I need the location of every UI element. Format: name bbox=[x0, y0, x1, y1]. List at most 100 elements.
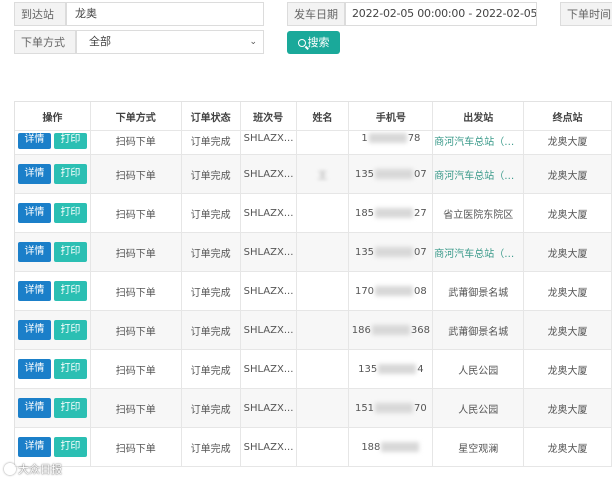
order-method-select[interactable]: 全部 ⌄ bbox=[76, 30, 264, 54]
cell-terminal-station: 龙奥大厦 bbox=[524, 131, 612, 154]
column-header-order-method[interactable]: 下单方式 bbox=[91, 102, 182, 130]
cell-phone: 135 4 bbox=[349, 350, 434, 388]
phone-suffix: 4 bbox=[417, 363, 424, 375]
detail-button[interactable]: 详情 bbox=[17, 133, 51, 149]
departure-station-value: 武莆御景名城 bbox=[448, 287, 509, 299]
table-row: 详情 打印 扫码下单 订单完成 SHLAZX... 1 78 商河汽车总站（西... 龙奥大厦 bbox=[15, 131, 612, 155]
order-method-selected: 全部 bbox=[89, 35, 111, 48]
departure-station-value: 人民公园 bbox=[458, 404, 499, 416]
cell-order-status: 订单完成 bbox=[182, 311, 241, 349]
table-row: 详情 打印 扫码下单 订单完成 SHLAZX... 185 27 省立医院东院区 龙奥大厦 bbox=[15, 194, 612, 233]
departure-date-range-input[interactable]: 2022-02-05 00:00:00 - 2022-02-05 2 bbox=[345, 2, 537, 26]
detail-button[interactable]: 详情 bbox=[17, 164, 51, 184]
phone-redacted bbox=[375, 286, 414, 296]
cell-phone: 185 27 bbox=[349, 194, 434, 232]
column-header-phone[interactable]: 手机号 bbox=[349, 102, 434, 130]
phone-prefix: 186 bbox=[351, 324, 371, 336]
column-header-name[interactable]: 姓名 bbox=[297, 102, 350, 130]
cell-phone: 186 368 bbox=[349, 311, 434, 349]
print-button[interactable]: 打印 bbox=[53, 398, 87, 418]
table-body: 详情 打印 扫码下单 订单完成 SHLAZX... 1 78 商河汽车总站（西... 龙奥大厦详… bbox=[15, 131, 612, 467]
cell-departure-station: 商河汽车总站（西... bbox=[433, 131, 525, 154]
print-button[interactable]: 打印 bbox=[53, 320, 87, 340]
phone-suffix: 07 bbox=[414, 168, 427, 180]
orders-table: 操作 下单方式 订单状态 班次号 姓名 手机号 出发站 终点站 详情 打印 扫码下单… bbox=[14, 101, 612, 467]
print-button[interactable]: 打印 bbox=[53, 242, 87, 262]
cell-phone: 135 07 bbox=[349, 155, 434, 193]
cell-order-method: 扫码下单 bbox=[91, 233, 182, 271]
departure-station-value[interactable]: 商河汽车总站（西... bbox=[434, 245, 522, 260]
column-header-terminal-station[interactable]: 终点站 bbox=[524, 102, 612, 130]
arrival-station-label: 到达站 bbox=[14, 2, 66, 26]
row-actions: 详情 打印 bbox=[15, 131, 91, 154]
watermark-logo-icon bbox=[4, 463, 16, 475]
table-row: 详情 打印 扫码下单 订单完成 SHLAZX... 135 07 商河汽车总站（西... 龙奥大… bbox=[15, 233, 612, 272]
cell-name: 王 bbox=[297, 155, 350, 193]
cell-order-method: 扫码下单 bbox=[91, 194, 182, 232]
cell-terminal-station: 龙奥大厦 bbox=[524, 155, 612, 193]
column-header-actions: 操作 bbox=[15, 102, 91, 130]
row-actions: 详情 打印 bbox=[15, 233, 91, 271]
cell-terminal-station: 龙奥大厦 bbox=[524, 350, 612, 388]
cell-trip-number: SHLAZX... bbox=[241, 350, 297, 388]
cell-terminal-station: 龙奥大厦 bbox=[524, 311, 612, 349]
cell-departure-station: 商河汽车总站（西... bbox=[433, 155, 525, 193]
departure-station-value: 人民公园 bbox=[458, 365, 499, 377]
print-button[interactable]: 打印 bbox=[53, 203, 87, 223]
row-actions: 详情 打印 bbox=[15, 389, 91, 427]
cell-phone: 135 07 bbox=[349, 233, 434, 271]
detail-button[interactable]: 详情 bbox=[17, 437, 51, 457]
departure-station-value[interactable]: 商河汽车总站（西... bbox=[434, 133, 522, 148]
column-header-departure-station[interactable]: 出发站 bbox=[433, 102, 525, 130]
phone-prefix: 135 bbox=[358, 363, 378, 375]
print-button[interactable]: 打印 bbox=[53, 281, 87, 301]
detail-button[interactable]: 详情 bbox=[17, 359, 51, 379]
table-row: 详情 打印 扫码下单 订单完成 SHLAZX... 170 08 武莆御景名城 龙奥大厦 bbox=[15, 272, 612, 311]
cell-order-status: 订单完成 bbox=[182, 350, 241, 388]
row-actions: 详情 打印 bbox=[15, 311, 91, 349]
column-header-order-status[interactable]: 订单状态 bbox=[182, 102, 241, 130]
phone-prefix: 185 bbox=[354, 207, 375, 219]
phone-suffix: 27 bbox=[414, 207, 427, 219]
phone-suffix: 78 bbox=[407, 133, 421, 144]
search-button[interactable]: 搜索 bbox=[287, 31, 340, 54]
watermark-text: 大众日报 bbox=[18, 463, 62, 476]
cell-name bbox=[297, 311, 350, 349]
search-icon bbox=[297, 39, 306, 47]
chevron-down-icon: ⌄ bbox=[249, 37, 257, 47]
cell-terminal-station: 龙奥大厦 bbox=[524, 272, 612, 310]
cell-phone: 151 70 bbox=[349, 389, 434, 427]
detail-button[interactable]: 详情 bbox=[17, 320, 51, 340]
detail-button[interactable]: 详情 bbox=[17, 203, 51, 223]
print-button[interactable]: 打印 bbox=[53, 164, 87, 184]
cell-order-status: 订单完成 bbox=[182, 428, 241, 466]
cell-trip-number: SHLAZX... bbox=[241, 272, 297, 310]
departure-station-value[interactable]: 商河汽车总站（西... bbox=[434, 167, 522, 182]
cell-departure-station: 人民公园 bbox=[433, 389, 525, 427]
column-header-trip-number[interactable]: 班次号 bbox=[241, 102, 297, 130]
cell-phone: 170 08 bbox=[349, 272, 434, 310]
print-button[interactable]: 打印 bbox=[53, 133, 87, 149]
row-actions: 详情 打印 bbox=[15, 272, 91, 310]
phone-redacted bbox=[375, 247, 414, 257]
cell-order-method: 扫码下单 bbox=[91, 350, 182, 388]
print-button[interactable]: 打印 bbox=[53, 359, 87, 379]
table-header: 操作 下单方式 订单状态 班次号 姓名 手机号 出发站 终点站 bbox=[15, 102, 612, 131]
print-button[interactable]: 打印 bbox=[53, 437, 87, 457]
detail-button[interactable]: 详情 bbox=[17, 398, 51, 418]
order-method-label: 下单方式 bbox=[14, 30, 76, 54]
cell-departure-station: 武莆御景名城 bbox=[433, 311, 525, 349]
cell-terminal-station: 龙奥大厦 bbox=[524, 428, 612, 466]
phone-suffix: 368 bbox=[410, 324, 430, 336]
cell-phone: 188 bbox=[349, 428, 434, 466]
cell-order-status: 订单完成 bbox=[182, 272, 241, 310]
row-actions: 详情 打印 bbox=[15, 350, 91, 388]
cell-trip-number: SHLAZX... bbox=[241, 311, 297, 349]
arrival-station-input[interactable]: 龙奥 bbox=[66, 2, 264, 26]
detail-button[interactable]: 详情 bbox=[17, 281, 51, 301]
cell-order-status: 订单完成 bbox=[182, 155, 241, 193]
detail-button[interactable]: 详情 bbox=[17, 242, 51, 262]
phone-suffix: 07 bbox=[414, 246, 427, 258]
cell-name bbox=[297, 428, 350, 466]
departure-station-value: 星空观澜 bbox=[458, 443, 499, 455]
